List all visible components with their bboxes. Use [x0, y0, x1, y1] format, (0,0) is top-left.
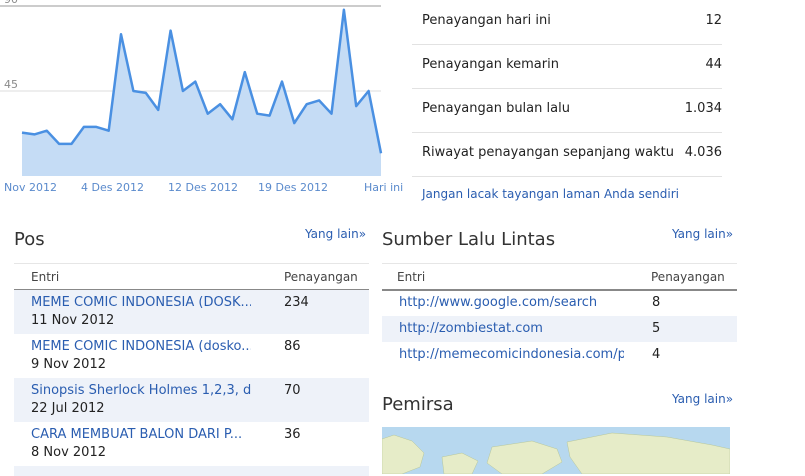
stat-label: Penayangan hari ini [422, 13, 551, 28]
post-date: 11 Nov 2012 [31, 313, 115, 328]
posts-table-header: Entri Penayangan [14, 263, 369, 291]
stat-value: 44 [705, 57, 722, 72]
post-title-link[interactable]: MEME COMIC INDONESIA (DOSK... [31, 295, 251, 310]
traffic-url-link[interactable]: http://memecomicindonesia.com/pa... [399, 347, 624, 362]
x-tick-label: 12 Des 2012 [168, 181, 238, 194]
pageviews-chart-svg: 90 45 Nov 2012 4 Des 2012 12 Des 2012 19 Des … [0, 0, 403, 194]
table-row: http://zombiestat.com 5 [382, 316, 737, 342]
stat-value: 1.034 [684, 101, 722, 116]
stat-row-last-month: Penayangan bulan lalu 1.034 [412, 88, 722, 133]
dont-track-link[interactable]: Jangan lacak tayangan laman Anda sendiri [422, 187, 679, 201]
table-row: http://memecomicindonesia.com/pa... 4 [382, 342, 737, 368]
post-title-link[interactable]: MEME COMIC INDONESIA (dosko... [31, 339, 251, 354]
x-tick-label: Nov 2012 [4, 181, 57, 194]
y-tick-label: 90 [4, 0, 18, 6]
audience-more-link[interactable]: Yang lain» [672, 392, 733, 406]
col-views-header: Penayangan [651, 270, 725, 284]
traffic-table: Entri Penayangan http://www.google.com/s… [382, 263, 737, 371]
posts-more-link[interactable]: Yang lain» [305, 227, 366, 241]
post-title-link[interactable]: CARA MEMBUAT BALON DARI P... [31, 427, 251, 442]
traffic-more-link[interactable]: Yang lain» [672, 227, 733, 241]
post-views: 234 [284, 295, 309, 310]
stat-row-yesterday: Penayangan kemarin 44 [412, 44, 722, 89]
post-views: 86 [284, 339, 301, 354]
area-fill [22, 9, 381, 176]
post-date: 22 Jul 2012 [31, 401, 105, 416]
post-date: 8 Nov 2012 [31, 445, 106, 460]
traffic-views: 5 [652, 321, 661, 336]
col-views-header: Penayangan [284, 270, 358, 284]
table-row: MEME COMIC INDONESIA (DOSK... 11 Nov 201… [14, 290, 369, 334]
traffic-table-header: Entri Penayangan [382, 263, 737, 291]
stat-label: Penayangan bulan lalu [422, 101, 570, 116]
table-row: http://www.google.com/search 8 [382, 290, 737, 316]
stat-row-today: Penayangan hari ini 12 [412, 0, 722, 45]
stat-value: 12 [705, 13, 722, 28]
post-title-link[interactable]: Sinopsis Sherlock Holmes 1,2,3, d... [31, 383, 251, 398]
table-row-partial [14, 466, 369, 476]
posts-title: Pos [14, 229, 45, 250]
audience-title: Pemirsa [382, 394, 454, 415]
x-tick-label: 19 Des 2012 [258, 181, 328, 194]
posts-table: Entri Penayangan MEME COMIC INDONESIA (D… [14, 263, 369, 476]
col-entry-header: Entri [397, 270, 426, 284]
pageviews-chart: 90 45 Nov 2012 4 Des 2012 12 Des 2012 19 Des … [0, 0, 405, 200]
post-views: 70 [284, 383, 301, 398]
y-tick-label: 45 [4, 78, 18, 91]
post-views: 36 [284, 427, 301, 442]
traffic-title: Sumber Lalu Lintas [382, 229, 556, 250]
traffic-views: 4 [652, 347, 661, 362]
stat-value: 4.036 [684, 145, 722, 160]
table-row: CARA MEMBUAT BALON DARI P... 8 Nov 2012 … [14, 422, 369, 466]
traffic-url-link[interactable]: http://zombiestat.com [399, 321, 624, 336]
table-row: Sinopsis Sherlock Holmes 1,2,3, d... 22 … [14, 378, 369, 422]
audience-world-map[interactable] [382, 427, 730, 474]
col-entry-header: Entri [31, 270, 60, 284]
stat-row-all-time: Riwayat penayangan sepanjang waktu 4.036 [412, 132, 722, 177]
traffic-views: 8 [652, 295, 661, 310]
post-date: 9 Nov 2012 [31, 357, 106, 372]
table-row: MEME COMIC INDONESIA (dosko... 9 Nov 201… [14, 334, 369, 378]
stat-label: Riwayat penayangan sepanjang waktu [422, 145, 674, 160]
world-map-shapes [382, 432, 730, 474]
x-tick-label: Hari ini [364, 181, 403, 194]
traffic-url-link[interactable]: http://www.google.com/search [399, 295, 624, 310]
stat-label: Penayangan kemarin [422, 57, 559, 72]
x-tick-label: 4 Des 2012 [81, 181, 144, 194]
